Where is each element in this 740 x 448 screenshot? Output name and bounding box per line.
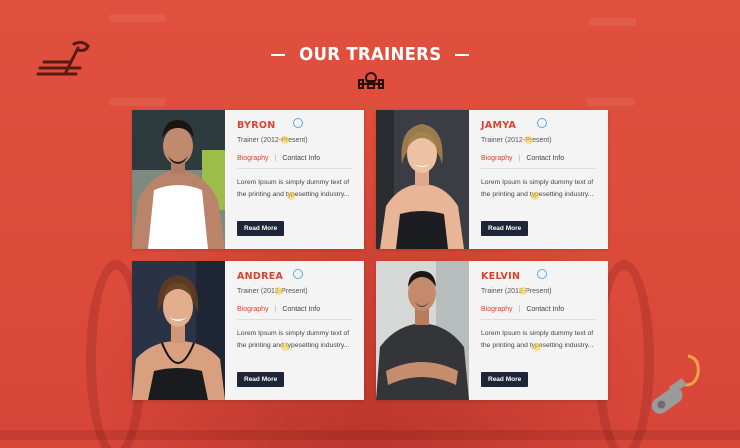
biography-link[interactable]: Biography xyxy=(481,306,513,313)
trainer-card: ANDREA Trainer (2012-Present) Biography … xyxy=(132,261,364,400)
ring-icon xyxy=(537,118,547,128)
section-header: OUR TRAINERS xyxy=(0,44,740,65)
bg-barbell xyxy=(0,430,740,440)
contact-info-link[interactable]: Contact Info xyxy=(282,155,320,162)
link-separator: | xyxy=(274,306,277,313)
trainer-description: Lorem Ipsum is simply dummy text of the … xyxy=(237,330,350,349)
section-title: OUR TRAINERS xyxy=(298,44,442,65)
highlight-dot xyxy=(281,136,289,144)
trainer-links: Biography | Contact Info xyxy=(237,155,352,169)
gym-background xyxy=(0,0,740,448)
trainer-card: KELVIN Trainer (2012-Present) Biography … xyxy=(376,261,608,400)
title-line-right xyxy=(455,53,470,56)
read-more-button[interactable]: Read More xyxy=(481,372,529,387)
trainer-photo xyxy=(376,261,469,400)
highlight-dot xyxy=(275,287,283,295)
contact-info-link[interactable]: Contact Info xyxy=(526,306,564,313)
trainer-role: Trainer (2012-Present) xyxy=(481,288,552,295)
trainer-info: JAMYA Trainer (2012-Present) Biography |… xyxy=(469,110,608,249)
link-separator: | xyxy=(518,155,521,162)
biography-link[interactable]: Biography xyxy=(237,306,269,313)
trainer-role: Trainer (2012-Present) xyxy=(237,137,308,144)
contact-info-link[interactable]: Contact Info xyxy=(282,306,320,313)
read-more-button[interactable]: Read More xyxy=(237,221,285,236)
ring-icon xyxy=(537,269,547,279)
highlight-dot xyxy=(519,287,527,295)
highlight-dot xyxy=(533,343,541,351)
read-more-button[interactable]: Read More xyxy=(481,221,529,236)
link-separator: | xyxy=(274,155,277,162)
whistle-icon xyxy=(644,350,708,427)
ring-icon xyxy=(293,118,303,128)
trainer-links: Biography | Contact Info xyxy=(481,155,596,169)
read-more-button[interactable]: Read More xyxy=(237,372,285,387)
highlight-dot xyxy=(281,343,289,351)
bg-stripe xyxy=(110,98,166,106)
link-separator: | xyxy=(518,306,521,313)
bg-stripe xyxy=(110,14,166,22)
trainer-links: Biography | Contact Info xyxy=(237,306,352,320)
contact-info-link[interactable]: Contact Info xyxy=(526,155,564,162)
trainer-photo xyxy=(132,110,225,249)
trainer-card: JAMYA Trainer (2012-Present) Biography |… xyxy=(376,110,608,249)
trainer-links: Biography | Contact Info xyxy=(481,306,596,320)
bg-stripe xyxy=(590,18,636,26)
highlight-dot xyxy=(525,136,533,144)
biography-link[interactable]: Biography xyxy=(237,155,269,162)
title-line-left xyxy=(270,53,285,56)
ring-icon xyxy=(293,269,303,279)
dumbbell-icon xyxy=(356,70,386,95)
trainer-info: KELVIN Trainer (2012-Present) Biography … xyxy=(469,261,608,400)
trainer-card: BYRON Trainer (2012-Present) Biography |… xyxy=(132,110,364,249)
trainer-role: Trainer (2012-Present) xyxy=(481,137,552,144)
trainer-photo xyxy=(132,261,225,400)
highlight-dot xyxy=(287,192,295,200)
trainer-role: Trainer (2012-Present) xyxy=(237,288,308,295)
trainer-info: BYRON Trainer (2012-Present) Biography |… xyxy=(225,110,364,249)
trainer-info: ANDREA Trainer (2012-Present) Biography … xyxy=(225,261,364,400)
biography-link[interactable]: Biography xyxy=(481,155,513,162)
bg-stripe xyxy=(586,98,634,106)
trainer-photo xyxy=(376,110,469,249)
highlight-dot xyxy=(531,192,539,200)
